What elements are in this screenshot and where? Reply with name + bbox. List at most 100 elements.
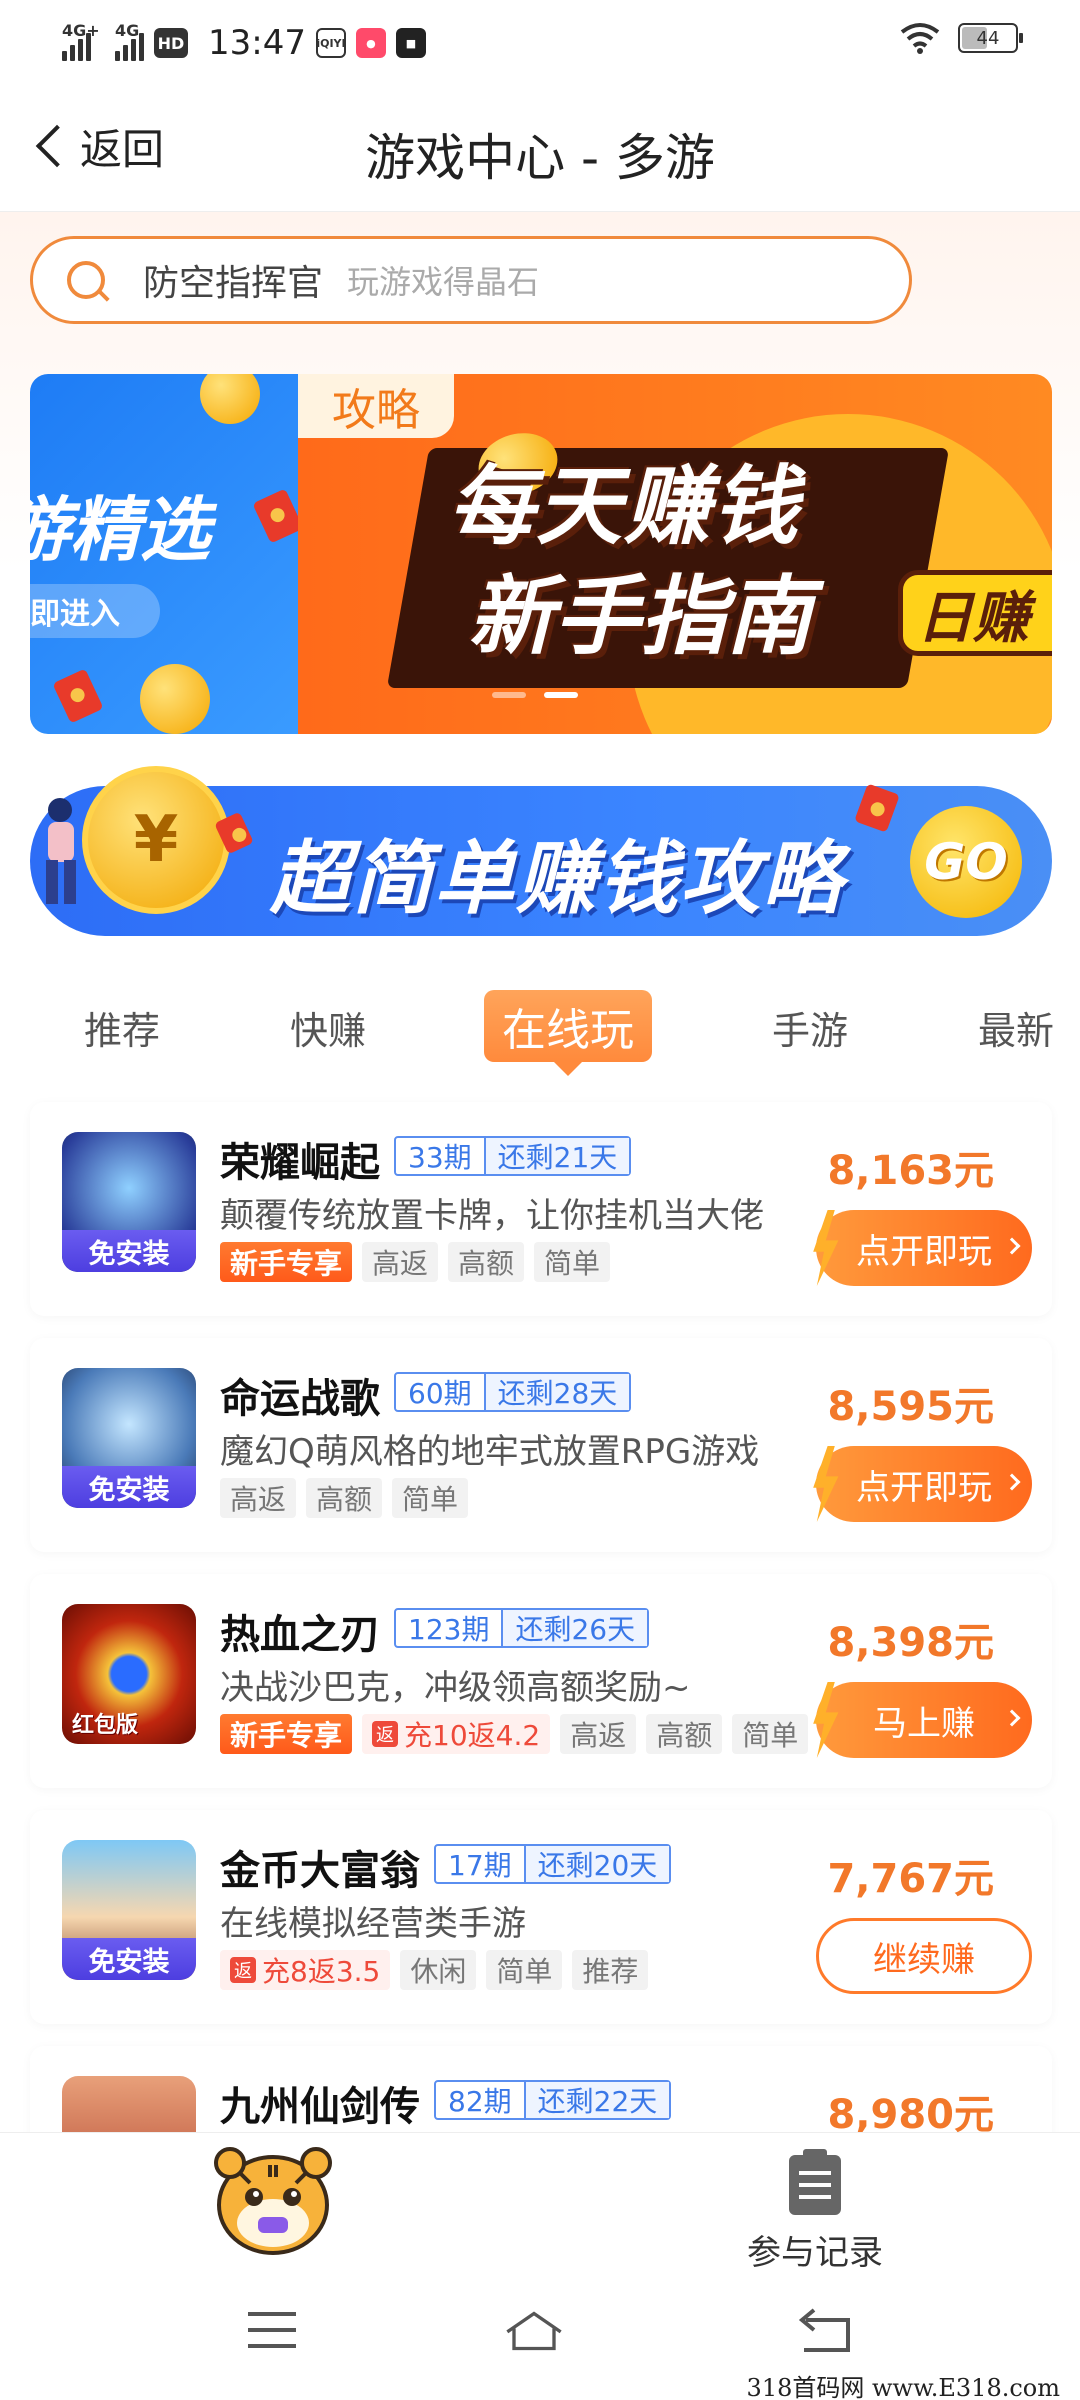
game-card[interactable]: 免安装 荣耀崛起 33期 还剩21天 颠覆传统放置卡牌，让你挂机当大佬 新手专享… (30, 1102, 1052, 1316)
game-tags: 新手专享 高返 高额 简单 (220, 1242, 611, 1282)
nav-bar: 返回 游戏中心 - 多游 (0, 84, 1080, 212)
no-install-badge: 免安装 (62, 1230, 196, 1272)
clock: 13:47 (208, 23, 306, 63)
signal-1-icon: 4G+ (62, 21, 100, 61)
iqiyi-icon: iQIYI (315, 28, 346, 58)
earning-guide-banner[interactable]: ¥ 超简单赚钱攻略 GO (30, 766, 1052, 936)
carousel-headline: 每天赚钱 (448, 457, 800, 557)
button-label: 点开即玩 (856, 1467, 992, 1508)
tag: 简单 (486, 1950, 563, 1990)
game-icon: 免安装 (62, 1840, 196, 1980)
no-install-badge: 免安装 (62, 1466, 196, 1508)
game-card[interactable]: 红包版 热血之刃 123期 还剩26天 决战沙巴克，冲级领高额奖励~ 新手专享 … (30, 1574, 1052, 1788)
signal-2-icon: 4G (115, 21, 144, 61)
button-label: 继续赚 (873, 1939, 975, 1980)
lightning-icon (813, 1682, 839, 1758)
tag: 高额 (646, 1714, 723, 1754)
search-bar[interactable]: 防空指挥官 玩游戏得晶石 (30, 236, 912, 324)
menu-icon[interactable] (242, 2306, 302, 2356)
search-keyword: 防空指挥官 (143, 263, 324, 304)
game-icon: 免安装 (62, 1368, 196, 1508)
tag: 简单 (534, 1242, 611, 1282)
tag: 高返 (362, 1242, 439, 1282)
game-icon: 免安装 (62, 1132, 196, 1272)
participation-records-button[interactable]: 参与记录 (740, 2149, 890, 2274)
clipboard-icon (789, 2149, 841, 2215)
rebate-icon: 返 (372, 1721, 399, 1747)
app-notification-icon: ● (355, 28, 386, 58)
tag-recharge-rebate: 返充8返3.5 (220, 1950, 391, 1990)
carousel-indicator (492, 692, 578, 698)
page-title: 游戏中心 - 多游 (365, 129, 715, 187)
battery-level: 44 (976, 27, 1000, 49)
reward-amount: 8,163元 (827, 1148, 994, 1194)
period-number: 33期 (396, 1138, 486, 1174)
period-remaining: 还剩22天 (525, 2082, 670, 2118)
reward-amount: 8,398元 (827, 1620, 994, 1666)
rebate-icon: 返 (230, 1957, 256, 1983)
battery-icon: 44 (958, 23, 1023, 53)
promo-text: 超简单赚钱攻略 (270, 832, 844, 925)
period-badge: 17期 还剩20天 (434, 1844, 672, 1884)
game-name: 热血之刃 (220, 1612, 380, 1658)
period-remaining: 还剩20天 (525, 1846, 670, 1882)
tag: 高额 (448, 1242, 525, 1282)
tag: 简单 (392, 1478, 469, 1518)
network-type-1: 4G+ (62, 21, 100, 40)
rebate-text: 充10返4.2 (404, 1719, 541, 1752)
continue-earn-button[interactable]: 继续赚 (816, 1918, 1032, 1994)
arrow-right-icon (1003, 1709, 1021, 1727)
search-placeholder: 玩游戏得晶石 (347, 263, 540, 301)
tag: 简单 (732, 1714, 809, 1754)
rebate-text: 充8返3.5 (262, 1955, 381, 1988)
tag-newbie: 新手专享 (220, 1714, 353, 1754)
game-card[interactable]: 免安装 金币大富翁 17期 还剩20天 在线模拟经营类手游 返充8返3.5 休闲… (30, 1810, 1052, 2024)
tag-newbie: 新手专享 (220, 1242, 353, 1282)
game-name: 九州仙剑传 (220, 2084, 420, 2130)
tag: 高返 (560, 1714, 637, 1754)
earn-now-button[interactable]: 马上赚 (813, 1682, 1032, 1758)
tiger-mascot-icon[interactable] (210, 2143, 336, 2259)
search-icon (67, 261, 105, 299)
tab-quick-earn[interactable]: 快赚 (290, 1000, 366, 1055)
play-now-button[interactable]: 点开即玩 (813, 1210, 1032, 1286)
wifi-icon (900, 23, 940, 54)
period-number: 17期 (436, 1846, 526, 1882)
game-tags: 高返 高额 简单 (220, 1478, 469, 1518)
period-badge: 33期 还剩21天 (394, 1136, 632, 1176)
tag: 休闲 (400, 1950, 477, 1990)
tab-newest[interactable]: 最新 (978, 1000, 1054, 1055)
back-nav-icon[interactable] (796, 2306, 856, 2356)
carousel-pill: 日赚 (898, 570, 1052, 656)
go-button[interactable]: GO (910, 806, 1022, 918)
game-name: 荣耀崛起 (220, 1140, 380, 1186)
tag: 推荐 (572, 1950, 649, 1990)
tab-recommend[interactable]: 推荐 (84, 1000, 160, 1055)
tab-online-play[interactable]: 在线玩 (484, 990, 652, 1076)
carousel-slide-current[interactable]: 攻略 每天赚钱 新手指南 日赚 (298, 374, 1052, 734)
game-description: 颠覆传统放置卡牌，让你挂机当大佬 (220, 1196, 764, 1236)
period-badge: 82期 还剩22天 (434, 2080, 672, 2120)
carousel-left-title: 游精选 (30, 489, 210, 571)
game-tags: 新手专享 返充10返4.2 高返 高额 简单 (220, 1714, 810, 1754)
tab-mobile-games[interactable]: 手游 (772, 1000, 848, 1055)
reward-amount: 8,595元 (827, 1384, 994, 1430)
game-card[interactable]: 免安装 命运战歌 60期 还剩28天 魔幻Q萌风格的地牢式放置RPG游戏 高返 … (30, 1338, 1052, 1552)
reward-amount: 7,767元 (827, 1856, 994, 1902)
button-label: 马上赚 (873, 1703, 975, 1744)
period-remaining: 还剩26天 (503, 1610, 648, 1646)
arrow-right-icon (1003, 1473, 1021, 1491)
yuan-coin-icon: ¥ (82, 766, 230, 914)
carousel-tag: 攻略 (298, 374, 454, 438)
red-packet-badge: 红包版 (72, 1713, 139, 1738)
play-now-button[interactable]: 点开即玩 (813, 1446, 1032, 1522)
lightning-icon (813, 1446, 839, 1522)
period-number: 60期 (396, 1374, 486, 1410)
game-icon: 红包版 (62, 1604, 196, 1744)
carousel-left-sub: 即进入 (30, 584, 160, 638)
game-name: 命运战歌 (220, 1376, 380, 1422)
period-remaining: 还剩28天 (485, 1374, 630, 1410)
status-bar: 4G+ 4G HD 13:47 iQIYI ● ■ 44 (0, 0, 1080, 84)
carousel-slide-previous[interactable]: 游精选 即进入 (30, 374, 298, 734)
home-icon[interactable] (504, 2306, 564, 2356)
